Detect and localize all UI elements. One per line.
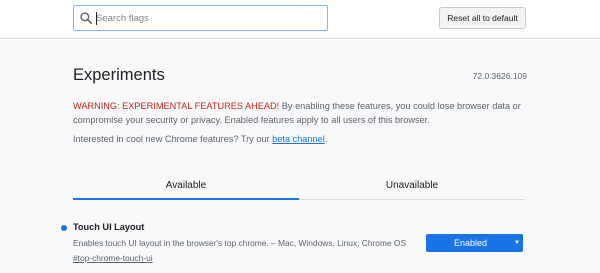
experiment-description: Enables touch UI layout in the browser's… bbox=[73, 238, 407, 248]
reset-all-button[interactable]: Reset all to default bbox=[439, 7, 526, 29]
tab-unavailable[interactable]: Unavailable bbox=[299, 170, 525, 200]
page-title: Experiments bbox=[73, 66, 165, 84]
beta-channel-link[interactable]: beta channel bbox=[272, 134, 325, 144]
experiment-modified-dot bbox=[61, 225, 67, 231]
text-caret bbox=[96, 12, 97, 25]
tab-bar: Available Unavailable bbox=[73, 170, 525, 200]
active-tab-indicator bbox=[73, 198, 299, 200]
version-label: 72.0.3626.109 bbox=[472, 71, 527, 81]
tab-available[interactable]: Available bbox=[73, 170, 299, 200]
warning-heading: WARNING: EXPERIMENTAL FEATURES AHEAD! bbox=[73, 101, 280, 111]
experiment-permalink[interactable]: #top-chrome-touch-ui bbox=[73, 253, 153, 263]
dropdown-arrow-icon: ▼ bbox=[514, 240, 520, 246]
header-bar: Reset all to default bbox=[0, 0, 600, 39]
search-icon bbox=[80, 12, 93, 25]
experiment-state-select[interactable]: Enabled ▼ bbox=[426, 234, 523, 252]
beta-promo-text: Interested in cool new Chrome features? … bbox=[73, 134, 273, 144]
beta-promo: Interested in cool new Chrome features? … bbox=[73, 134, 327, 144]
experiment-name: Touch UI Layout bbox=[73, 222, 145, 232]
beta-promo-suffix: . bbox=[324, 134, 328, 144]
warning-message: WARNING: EXPERIMENTAL FEATURES AHEAD! By… bbox=[73, 99, 529, 127]
experiment-state-value: Enabled bbox=[453, 238, 488, 248]
search-box[interactable] bbox=[73, 5, 328, 31]
search-input[interactable] bbox=[96, 8, 324, 28]
